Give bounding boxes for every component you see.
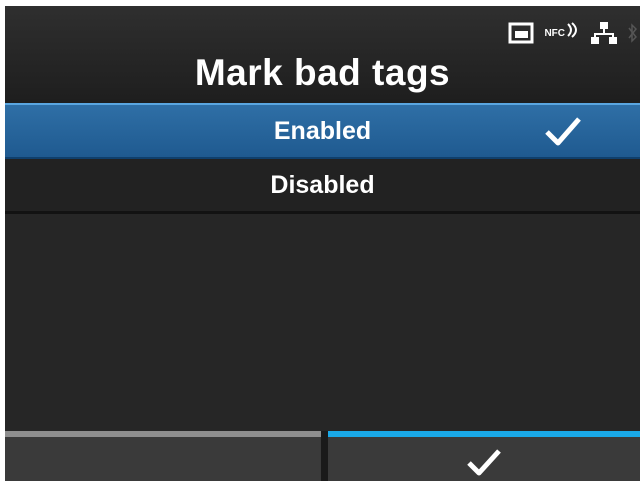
nfc-label: NFC <box>544 27 565 39</box>
page-title: Mark bad tags <box>194 52 451 93</box>
left-function-key[interactable] <box>5 431 321 481</box>
checkmark-icon <box>545 117 581 146</box>
bluetooth-icon <box>628 22 638 44</box>
option-disabled[interactable]: Disabled <box>5 159 640 214</box>
printer-screen: NFC Mark bad tags Enabled Disabled <box>5 6 640 481</box>
function-keys <box>5 431 640 481</box>
header: NFC Mark bad tags <box>5 6 640 103</box>
confirm-button[interactable] <box>328 431 640 481</box>
option-enabled[interactable]: Enabled <box>5 103 640 159</box>
sd-card-icon <box>508 22 534 44</box>
option-label: Enabled <box>273 117 372 145</box>
network-icon <box>590 21 618 45</box>
checkmark-icon <box>467 449 501 476</box>
option-label: Disabled <box>270 171 375 199</box>
nfc-icon: NFC <box>544 22 580 39</box>
status-bar: NFC <box>508 20 638 46</box>
options-list: Enabled Disabled <box>5 103 640 214</box>
function-key-divider <box>321 431 328 481</box>
